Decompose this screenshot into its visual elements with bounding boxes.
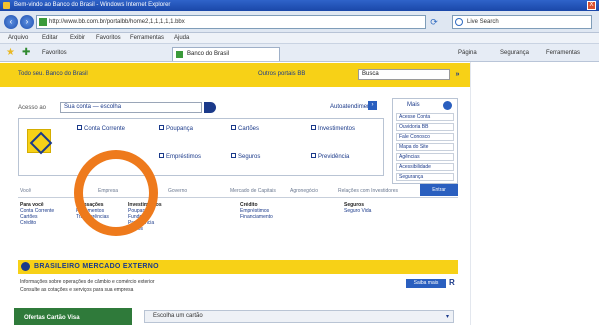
page-right-margin — [470, 62, 599, 325]
login-row: Acesso ao Sua conta — escolha — [18, 102, 218, 114]
list-item[interactable]: Crédito — [20, 220, 54, 226]
address-bar[interactable]: http://www.bb.com.br/portalbb/home2,1,1,… — [36, 15, 426, 29]
list-item[interactable]: Financiamento — [240, 214, 273, 220]
saiba-mais-button[interactable]: Saiba mais — [406, 279, 446, 288]
tools-menu[interactable]: Ferramentas — [546, 44, 580, 62]
tab-page-icon — [176, 51, 183, 58]
browser-tab[interactable]: Banco do Brasil — [172, 47, 280, 61]
account-select[interactable]: Sua conta — escolha — [60, 102, 202, 113]
favorites-bar: ★ ✚ Favoritos Banco do Brasil Página Seg… — [0, 44, 599, 62]
menu-edit[interactable]: Editar — [42, 33, 58, 44]
quick-links-panel: Mais Acesse Conta Ouvidoria BB Fale Cono… — [392, 98, 458, 184]
quick-links-arrow-icon[interactable] — [443, 101, 452, 110]
quick-link[interactable]: Fale Conosco — [396, 133, 454, 141]
card-select[interactable]: Escolha um cartão ▾ — [144, 310, 454, 323]
tab-voce[interactable]: Você — [20, 186, 31, 197]
quick-link[interactable]: Agências — [396, 153, 454, 161]
service-icon — [311, 153, 316, 158]
menu-file[interactable]: Arquivo — [8, 33, 28, 44]
refresh-icon[interactable]: ⟳ — [428, 16, 440, 28]
security-menu[interactable]: Segurança — [500, 44, 529, 62]
quick-link[interactable]: Acesse Conta — [396, 113, 454, 121]
link-column: Para você Conta Corrente Cartões Crédito — [20, 202, 55, 226]
login-go-button[interactable] — [204, 102, 216, 113]
service-cartoes[interactable]: Cartões — [231, 125, 259, 133]
search-icon — [455, 18, 463, 26]
link-column: Crédito Empréstimos Financiamento — [240, 202, 273, 220]
bb-tagline: Todo seu. Banco do Brasil — [18, 71, 88, 77]
search-placeholder: Live Search — [467, 19, 499, 25]
service-icon — [231, 125, 236, 130]
browser-tab-label: Banco do Brasil — [187, 51, 230, 57]
visa-offer-card[interactable]: Ofertas Cartão Visa — [14, 308, 132, 325]
page-icon — [39, 18, 47, 26]
login-label: Acesso ao — [18, 105, 47, 111]
service-investimentos[interactable]: Investimentos — [311, 125, 355, 133]
quick-link[interactable]: Segurança — [396, 173, 454, 181]
menu-favorites[interactable]: Favoritos — [96, 33, 121, 44]
service-icon — [159, 125, 164, 130]
mercado-externo-banner[interactable]: BRASILEIRO MERCADO EXTERNO — [18, 260, 458, 274]
bb-logo — [27, 129, 51, 153]
ie-icon — [3, 2, 10, 9]
search-input[interactable]: Live Search — [452, 15, 592, 29]
window-title: Bem-vindo ao Banco do Brasil - Windows I… — [14, 2, 171, 8]
forward-button[interactable]: › — [20, 15, 34, 29]
enter-button[interactable]: Entrar — [420, 184, 458, 196]
tab-governo[interactable]: Governo — [168, 186, 187, 197]
window-title-bar: Bem-vindo ao Banco do Brasil - Windows I… — [0, 0, 599, 11]
window-close-button[interactable]: X — [587, 1, 596, 10]
bb-header: Todo seu. Banco do Brasil Outros portais… — [0, 63, 470, 87]
highlight-circle — [74, 150, 158, 236]
tab-agronegocio[interactable]: Agronegócio — [290, 186, 318, 197]
quick-link[interactable]: Mapa do Site — [396, 143, 454, 151]
chevron-down-icon: ▾ — [445, 314, 449, 320]
bb-search-button[interactable]: » — [452, 69, 463, 80]
services-panel: Conta Corrente Poupança Cartões Investim… — [18, 118, 384, 176]
service-emprestimos[interactable]: Empréstimos — [159, 153, 201, 161]
service-icon — [77, 125, 82, 130]
menu-tools[interactable]: Ferramentas — [130, 33, 164, 44]
service-conta-corrente[interactable]: Conta Corrente — [77, 125, 125, 133]
menu-view[interactable]: Exibir — [70, 33, 85, 44]
page-menu[interactable]: Página — [458, 44, 477, 62]
service-icon — [231, 153, 236, 158]
mercado-text: Informações sobre operações de câmbio e … — [20, 279, 155, 285]
add-favorite-icon[interactable]: ✚ — [22, 47, 30, 59]
bb-search-input[interactable]: Busca — [358, 69, 450, 80]
mercado-text: Consulte as cotações e serviços para sua… — [20, 287, 134, 293]
address-url: http://www.bb.com.br/portalbb/home2,1,1,… — [49, 19, 185, 25]
mercado-title: BRASILEIRO MERCADO EXTERNO — [34, 263, 159, 270]
service-icon — [159, 153, 164, 158]
back-button[interactable]: ‹ — [4, 15, 18, 29]
menu-bar: Arquivo Editar Exibir Favoritos Ferramen… — [0, 33, 599, 44]
quick-links-title: Mais — [407, 102, 420, 108]
other-portals-link[interactable]: Outros portais BB — [258, 71, 305, 77]
service-previdencia[interactable]: Previdência — [311, 153, 349, 161]
favorites-star-icon[interactable]: ★ — [6, 47, 15, 59]
tab-relacoes-investidores[interactable]: Relações com Investidores — [338, 186, 398, 197]
globe-icon — [21, 262, 30, 271]
service-seguros[interactable]: Seguros — [231, 153, 260, 161]
tab-mercado-capitais[interactable]: Mercado de Capitais — [230, 186, 276, 197]
service-poupanca[interactable]: Poupança — [159, 125, 193, 133]
address-toolbar: ‹ › http://www.bb.com.br/portalbb/home2,… — [0, 11, 599, 33]
menu-help[interactable]: Ajuda — [174, 33, 189, 44]
list-item[interactable]: Seguro Vida — [344, 208, 371, 214]
favorites-label[interactable]: Favoritos — [42, 44, 67, 62]
autoatendimento-button[interactable]: › — [368, 101, 377, 110]
link-column: Seguros Seguro Vida — [344, 202, 372, 214]
card-select-label: Escolha um cartão — [153, 313, 203, 319]
mercado-r-icon: R — [449, 278, 455, 287]
quick-link[interactable]: Acessibilidade — [396, 163, 454, 171]
quick-link[interactable]: Ouvidoria BB — [396, 123, 454, 131]
service-icon — [311, 125, 316, 130]
